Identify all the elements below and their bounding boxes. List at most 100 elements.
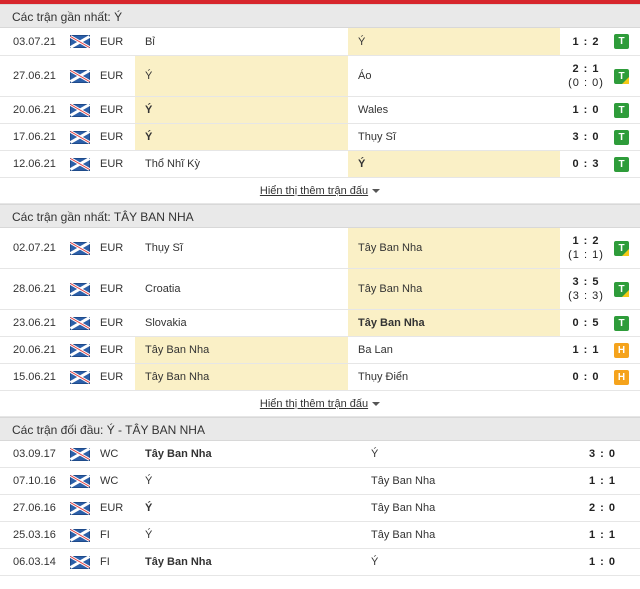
away-team[interactable]: Ý: [348, 28, 560, 55]
match-score[interactable]: 1 : 1: [575, 522, 630, 548]
home-team[interactable]: Tây Ban Nha: [135, 549, 361, 575]
match-date: 03.09.17: [13, 448, 56, 460]
home-team[interactable]: Bỉ: [135, 28, 348, 55]
match-row[interactable]: 15.06.21 EUR Tây Ban Nha Thụy Điển 0 : 0 H: [0, 364, 640, 391]
away-team[interactable]: Tây Ban Nha: [361, 522, 561, 548]
h2h-row[interactable]: 03.09.17 WC Tây Ban Nha Ý 3 : 0: [0, 441, 640, 468]
show-more-link[interactable]: Hiển thị thêm trận đấu: [260, 185, 368, 197]
score-fulltime: 3 : 0: [588, 448, 616, 460]
caret-down-icon[interactable]: [372, 188, 381, 193]
match-score[interactable]: 1 : 1: [560, 337, 612, 363]
h2h-row[interactable]: 25.03.16 FI Ý Tây Ban Nha 1 : 1: [0, 522, 640, 549]
world-flag-icon: [70, 549, 90, 575]
match-score[interactable]: 3 : 0: [575, 441, 630, 467]
match-score[interactable]: 0 : 0: [560, 364, 612, 390]
match-date: 15.06.21: [13, 371, 56, 383]
match-score[interactable]: 3 : 0: [560, 124, 612, 150]
world-flag-icon: [70, 228, 90, 268]
match-date: 17.06.21: [13, 131, 56, 143]
home-team[interactable]: Ý: [135, 97, 348, 123]
result-badge: H: [614, 369, 629, 385]
home-team[interactable]: Tây Ban Nha: [135, 441, 361, 467]
competition-code: FI: [100, 556, 110, 568]
away-team[interactable]: Tây Ban Nha: [348, 228, 560, 268]
home-team[interactable]: Croatia: [135, 269, 348, 309]
home-team[interactable]: Thổ Nhĩ Kỳ: [135, 151, 348, 177]
section-header: Các trận gần nhất: TÂY BAN NHA: [0, 204, 640, 228]
home-team[interactable]: Thụy Sĩ: [135, 228, 348, 268]
show-more-row: Hiển thị thêm trận đấu: [0, 391, 640, 417]
result-cell: T: [614, 151, 629, 177]
away-team[interactable]: Tây Ban Nha: [348, 269, 560, 309]
match-row[interactable]: 12.06.21 EUR Thổ Nhĩ Kỳ Ý 0 : 3 T: [0, 151, 640, 178]
away-team[interactable]: Áo: [348, 56, 560, 96]
score-fulltime: 0 : 3: [572, 158, 600, 170]
home-team[interactable]: Slovakia: [135, 310, 348, 336]
result-badge: H: [614, 342, 629, 358]
home-team[interactable]: Tây Ban Nha: [135, 337, 348, 363]
home-team[interactable]: Ý: [135, 56, 348, 96]
match-score[interactable]: 2 : 1 (0 : 0): [560, 56, 612, 96]
match-row[interactable]: 28.06.21 EUR Croatia Tây Ban Nha 3 : 5 (3 : 3…: [0, 269, 640, 310]
away-team[interactable]: Wales: [348, 97, 560, 123]
competition-code: WC: [100, 475, 119, 487]
result-cell: H: [614, 364, 629, 390]
match-score[interactable]: 1 : 2: [560, 28, 612, 55]
away-team[interactable]: Tây Ban Nha: [361, 468, 561, 494]
home-team[interactable]: Ý: [135, 495, 361, 521]
result-badge: T: [614, 315, 629, 331]
home-team[interactable]: Ý: [135, 468, 361, 494]
show-more-link[interactable]: Hiển thị thêm trận đấu: [260, 398, 368, 410]
world-flag-icon: [70, 441, 90, 467]
result-cell: T: [614, 269, 629, 309]
match-row[interactable]: 20.06.21 EUR Tây Ban Nha Ba Lan 1 : 1 H: [0, 337, 640, 364]
match-date: 27.06.16: [13, 502, 56, 514]
home-team[interactable]: Tây Ban Nha: [135, 364, 348, 390]
match-date: 20.06.21: [13, 104, 56, 116]
match-date: 25.03.16: [13, 529, 56, 541]
caret-down-icon[interactable]: [372, 401, 381, 406]
result-cell: H: [614, 337, 629, 363]
result-cell: T: [614, 228, 629, 268]
h2h-row[interactable]: 06.03.14 FI Tây Ban Nha Ý 1 : 0: [0, 549, 640, 576]
competition-code: EUR: [100, 283, 124, 295]
match-date: 20.06.21: [13, 344, 56, 356]
competition-code: WC: [100, 448, 119, 460]
score-fulltime: 0 : 5: [572, 317, 600, 329]
away-team[interactable]: Tây Ban Nha: [361, 495, 561, 521]
match-date: 28.06.21: [13, 283, 56, 295]
match-score[interactable]: 1 : 0: [560, 97, 612, 123]
world-flag-icon: [70, 151, 90, 177]
world-flag-icon: [70, 28, 90, 55]
match-row[interactable]: 20.06.21 EUR Ý Wales 1 : 0 T: [0, 97, 640, 124]
match-score[interactable]: 2 : 0: [575, 495, 630, 521]
home-team[interactable]: Ý: [135, 124, 348, 150]
match-row[interactable]: 27.06.21 EUR Ý Áo 2 : 1 (0 : 0) T: [0, 56, 640, 97]
match-row[interactable]: 02.07.21 EUR Thụy Sĩ Tây Ban Nha 1 : 2 (1 : 1…: [0, 228, 640, 269]
match-row[interactable]: 23.06.21 EUR Slovakia Tây Ban Nha 0 : 5 T: [0, 310, 640, 337]
away-team[interactable]: Tây Ban Nha: [348, 310, 560, 336]
score-halftime: (3 : 3): [568, 290, 604, 302]
away-team[interactable]: Thụy Điển: [348, 364, 560, 390]
home-team[interactable]: Ý: [135, 522, 361, 548]
away-team[interactable]: Thụy Sĩ: [348, 124, 560, 150]
match-score[interactable]: 0 : 5: [560, 310, 612, 336]
match-score[interactable]: 1 : 2 (1 : 1): [560, 228, 612, 268]
match-score[interactable]: 0 : 3: [560, 151, 612, 177]
match-score[interactable]: 3 : 5 (3 : 3): [560, 269, 612, 309]
away-team[interactable]: Ý: [361, 549, 561, 575]
match-score[interactable]: 1 : 1: [575, 468, 630, 494]
h2h-row[interactable]: 07.10.16 WC Ý Tây Ban Nha 1 : 1: [0, 468, 640, 495]
show-more-row: Hiển thị thêm trận đấu: [0, 178, 640, 204]
match-row[interactable]: 17.06.21 EUR Ý Thụy Sĩ 3 : 0 T: [0, 124, 640, 151]
competition-code: FI: [100, 529, 110, 541]
h2h-row[interactable]: 27.06.16 EUR Ý Tây Ban Nha 2 : 0: [0, 495, 640, 522]
match-date: 06.03.14: [13, 556, 56, 568]
away-team[interactable]: Ba Lan: [348, 337, 560, 363]
away-team[interactable]: Ý: [348, 151, 560, 177]
score-fulltime: 1 : 0: [588, 556, 616, 568]
match-score[interactable]: 1 : 0: [575, 549, 630, 575]
away-team[interactable]: Ý: [361, 441, 561, 467]
corner-marker-icon: [622, 248, 629, 256]
match-row[interactable]: 03.07.21 EUR Bỉ Ý 1 : 2 T: [0, 28, 640, 56]
